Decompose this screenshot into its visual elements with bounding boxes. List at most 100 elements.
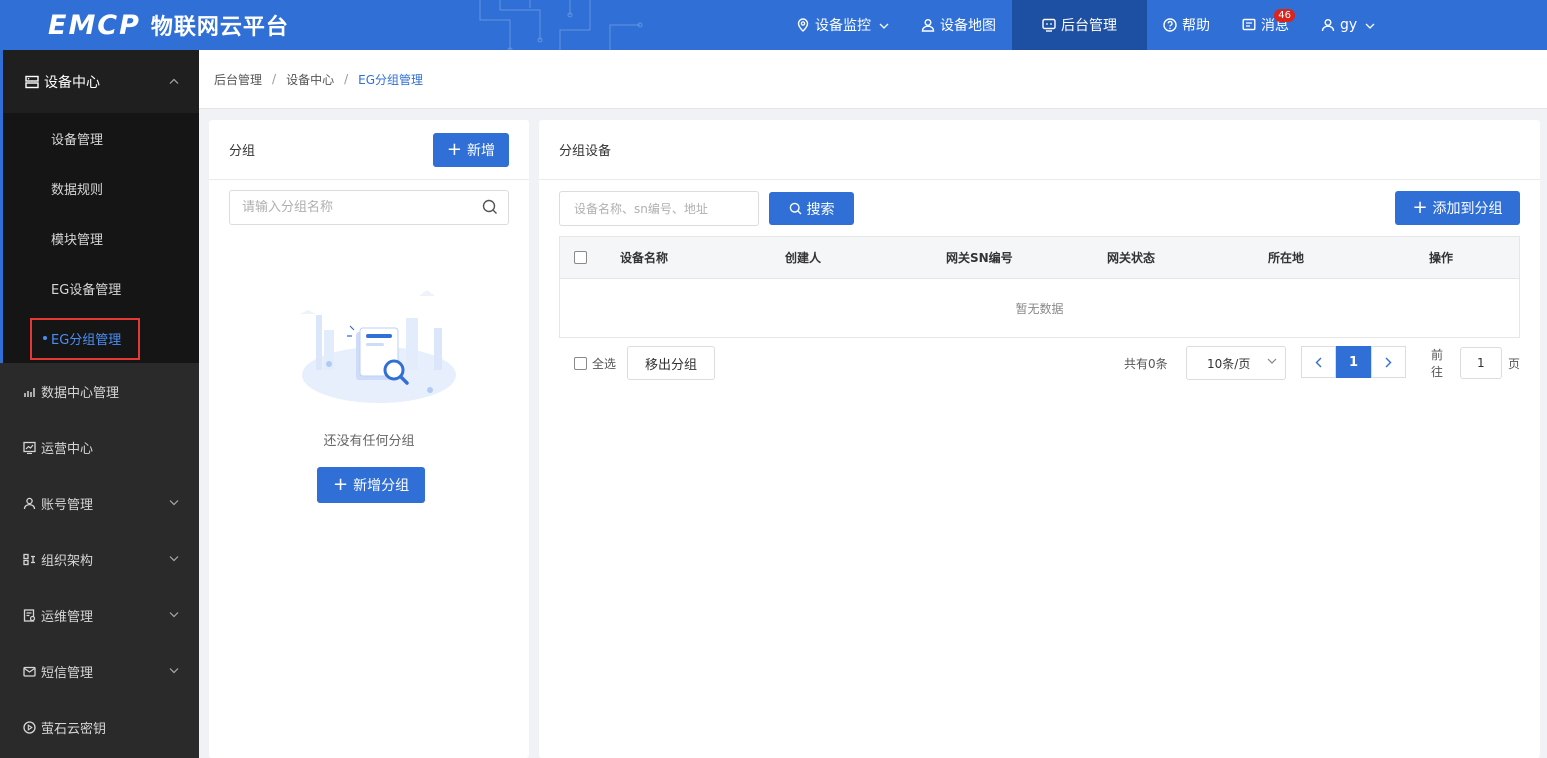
- breadcrumb: 后台管理 / 设备中心 / EG分组管理: [199, 50, 1547, 109]
- checkbox[interactable]: [574, 356, 587, 370]
- highlight-box: [30, 318, 140, 360]
- nav-device-monitor[interactable]: 设备监控: [780, 0, 905, 50]
- sidebar-item-sms-management[interactable]: 短信管理: [0, 643, 199, 699]
- nav-help-label: 帮助: [1182, 18, 1210, 34]
- device-panel-header: 分组设备: [539, 120, 1540, 180]
- group-panel: 分组 + 新增 还没有任何分组 + 新增分组: [209, 120, 529, 758]
- empty-state-illustration: [300, 290, 456, 403]
- brand-logo[interactable]: EMCP 物联网云平台: [48, 9, 289, 41]
- search-icon[interactable]: [482, 199, 498, 219]
- sidebar-item-label: 萤石云密钥: [41, 721, 107, 737]
- chevron-left-icon: [1315, 357, 1322, 367]
- sidebar-item-ops-management[interactable]: 运维管理: [0, 587, 199, 643]
- device-panel: 分组设备 搜索 + 添加到分组 设备名称 创建人 网关SN编号 网关状态 所在地…: [539, 120, 1540, 758]
- goto-page: 前往 1 页: [1431, 346, 1520, 380]
- chevron-down-icon: [169, 666, 179, 677]
- nav-user-menu[interactable]: gy: [1305, 0, 1391, 50]
- help-circle-icon: [1163, 18, 1177, 32]
- message-icon: [1242, 18, 1256, 32]
- page-size-select[interactable]: 10条/页: [1186, 346, 1286, 380]
- select-all-header-checkbox[interactable]: [574, 237, 587, 278]
- sidebar-item-label: 数据中心管理: [41, 385, 120, 401]
- sidebar-item-account-management[interactable]: 账号管理: [0, 475, 199, 531]
- top-nav: 设备监控 设备地图 后台管理 帮助 消息 46 gy: [780, 0, 1391, 50]
- goto-page-input[interactable]: 1: [1459, 347, 1502, 379]
- sidebar-item-ezviz-key[interactable]: 萤石云密钥: [0, 699, 199, 755]
- page-size-value: 10条/页: [1207, 356, 1251, 371]
- user-icon: [22, 496, 36, 510]
- top-header: EMCP 物联网云平台 设备监控 设备地图 后台管理 帮助 消息 46 gy: [0, 0, 1547, 50]
- group-search-input[interactable]: [242, 200, 462, 215]
- chevron-down-icon: [169, 610, 179, 621]
- prev-page-button[interactable]: [1301, 346, 1336, 378]
- sidebar-item-org-structure[interactable]: 组织架构: [0, 531, 199, 587]
- user-icon: [1321, 18, 1335, 32]
- select-all-checkbox[interactable]: 全选: [574, 346, 616, 380]
- person-map-icon: [921, 18, 935, 32]
- sidebar-item-operations-center[interactable]: 运营中心: [0, 419, 199, 475]
- nav-admin[interactable]: 后台管理: [1012, 0, 1147, 50]
- device-panel-title: 分组设备: [559, 144, 612, 159]
- nav-admin-label: 后台管理: [1061, 18, 1117, 34]
- nav-user-label: gy: [1340, 17, 1358, 33]
- sidebar-item-module-management[interactable]: 模块管理: [3, 213, 199, 263]
- trend-icon: [22, 440, 36, 454]
- goto-prefix: 前往: [1431, 348, 1444, 379]
- table-footer: 全选 移出分组 共有0条 10条/页 1 前往 1 页: [559, 346, 1520, 380]
- sidebar-item-data-rules[interactable]: 数据规则: [3, 163, 199, 213]
- add-group-button[interactable]: + 新增: [432, 132, 509, 167]
- circuit-decoration: [479, 0, 643, 50]
- search-button[interactable]: 搜索: [769, 192, 854, 225]
- nav-device-monitor-label: 设备监控: [815, 18, 871, 34]
- add-to-group-button[interactable]: + 添加到分组: [1395, 191, 1520, 225]
- select-all-label: 全选: [592, 356, 617, 371]
- message-count-badge: 46: [1274, 9, 1295, 22]
- sidebar-item-label: 模块管理: [51, 232, 104, 248]
- chevron-down-icon: [879, 19, 889, 32]
- create-group-button[interactable]: + 新增分组: [317, 467, 426, 503]
- nav-messages[interactable]: 消息 46: [1226, 0, 1305, 50]
- sidebar-item-device-management[interactable]: 设备管理: [3, 113, 199, 163]
- chevron-down-icon: [169, 554, 179, 565]
- sidebar-item-label: 设备管理: [51, 132, 104, 148]
- column-header: 网关状态: [1107, 251, 1156, 265]
- mail-icon: [22, 664, 36, 678]
- play-circle-icon: [22, 720, 36, 734]
- sidebar-item-label: 短信管理: [41, 665, 94, 681]
- chevron-down-icon: [169, 498, 179, 509]
- goto-suffix: 页: [1507, 356, 1520, 371]
- nav-device-map[interactable]: 设备地图: [905, 0, 1012, 50]
- sidebar-item-label: 组织架构: [41, 553, 94, 569]
- next-page-button[interactable]: [1371, 346, 1406, 378]
- nav-device-map-label: 设备地图: [940, 18, 996, 34]
- nav-help[interactable]: 帮助: [1147, 0, 1226, 50]
- add-group-button-label: 新增: [467, 142, 495, 159]
- device-search-input[interactable]: [574, 201, 744, 216]
- breadcrumb-item[interactable]: 设备中心: [286, 71, 334, 88]
- sidebar-item-label: 数据规则: [51, 182, 104, 198]
- search-icon: [789, 202, 802, 215]
- page-number[interactable]: 1: [1336, 346, 1371, 378]
- sidebar-item-eg-device-management[interactable]: EG设备管理: [3, 263, 199, 313]
- sidebar-item-label: 运维管理: [41, 609, 94, 625]
- breadcrumb-item[interactable]: 后台管理: [214, 71, 262, 88]
- sidebar-group-label: 设备中心: [44, 74, 100, 91]
- org-icon: [22, 552, 36, 566]
- checkbox[interactable]: [574, 251, 587, 264]
- sidebar-group-device-center[interactable]: 设备中心: [0, 50, 199, 113]
- sidebar-item-eg-group-management[interactable]: EG分组管理: [3, 313, 199, 363]
- sidebar-item-data-center[interactable]: 数据中心管理: [0, 363, 199, 419]
- brand-mark: EMCP: [48, 9, 141, 41]
- ops-icon: [22, 608, 36, 622]
- plus-icon: +: [333, 474, 349, 495]
- device-center-icon: [25, 75, 39, 89]
- remove-from-group-button[interactable]: 移出分组: [627, 346, 715, 380]
- column-header: 所在地: [1268, 251, 1305, 265]
- breadcrumb-separator: /: [344, 72, 349, 86]
- chevron-down-icon: [1365, 19, 1375, 32]
- location-pin-icon: [796, 18, 810, 32]
- device-toolbar: 搜索 + 添加到分组: [559, 191, 1520, 226]
- total-count: 共有0条: [1124, 356, 1168, 371]
- column-header: 操作: [1429, 251, 1454, 265]
- device-search: [559, 191, 759, 226]
